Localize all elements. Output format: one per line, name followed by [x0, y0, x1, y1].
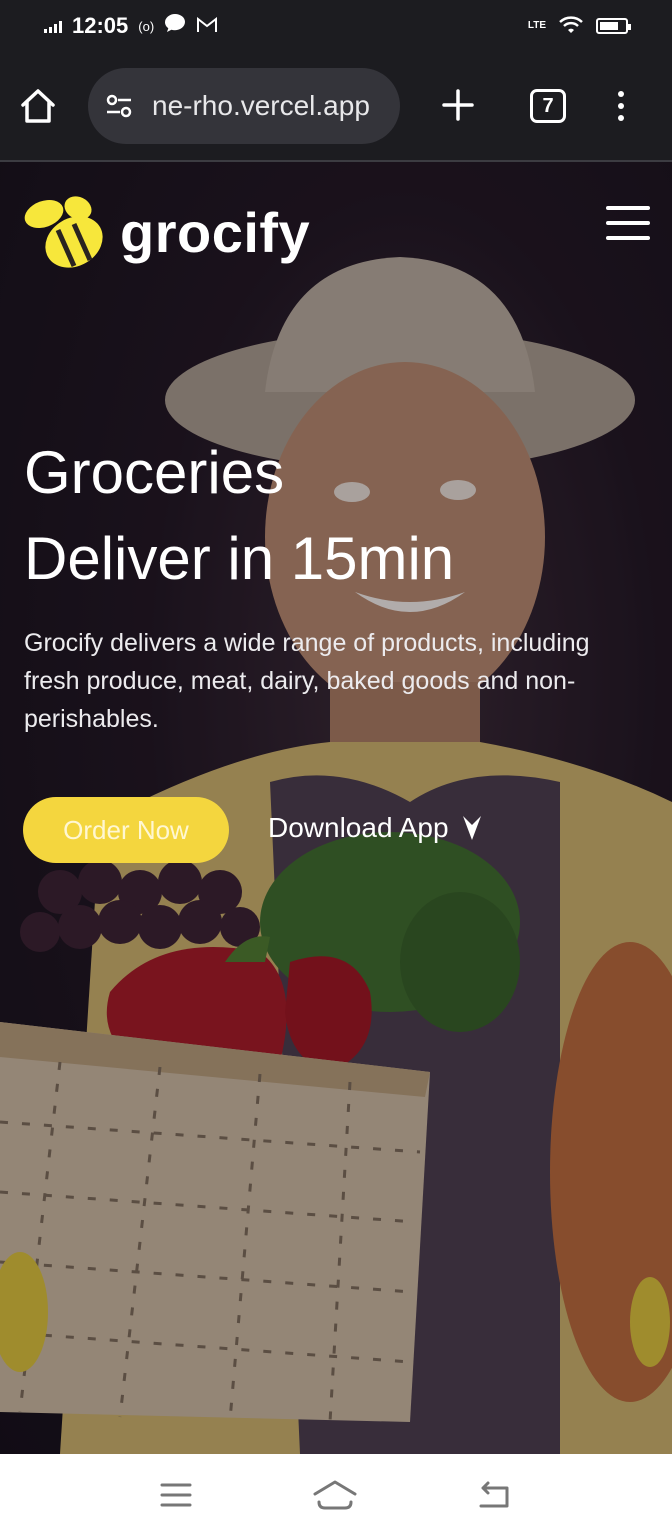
- brand-logo[interactable]: grocify: [22, 192, 310, 272]
- browser-toolbar: ne-rho.vercel.app 7: [0, 52, 672, 162]
- download-arrow-icon: [462, 816, 481, 840]
- headline-line-1: Groceries: [24, 439, 285, 506]
- radio-icon: (o): [138, 18, 155, 34]
- battery-icon: [596, 18, 631, 34]
- new-tab-button[interactable]: [438, 83, 478, 129]
- bee-logo-icon: [24, 196, 103, 268]
- system-nav-bar: [0, 1454, 672, 1536]
- hero-section: grocify Groceries Deliver in 15min Groci…: [0, 162, 672, 1454]
- more-vert-icon[interactable]: [618, 91, 624, 121]
- hero-description: Grocify delivers a wide range of product…: [24, 629, 590, 733]
- home-icon[interactable]: [311, 1478, 359, 1512]
- order-now-button[interactable]: Order Now: [23, 797, 229, 863]
- chat-bubble-icon: [164, 13, 186, 39]
- wifi-icon: [558, 15, 584, 38]
- home-icon: [21, 89, 55, 123]
- tab-switcher-button[interactable]: 7: [530, 89, 566, 123]
- network-label: LTE: [527, 20, 546, 31]
- tab-count: 7: [542, 94, 554, 117]
- status-bar: 12:05 (o) LTE: [0, 0, 672, 52]
- download-app-link[interactable]: Download App: [268, 812, 483, 844]
- back-icon[interactable]: [477, 1480, 513, 1510]
- home-button[interactable]: [18, 86, 58, 126]
- download-app-label: Download App: [268, 812, 449, 843]
- tune-icon[interactable]: [104, 91, 134, 121]
- gmail-icon: [196, 13, 218, 39]
- url-text[interactable]: ne-rho.vercel.app: [152, 90, 370, 122]
- status-time: 12:05: [72, 13, 129, 38]
- hero-headline: Groceries Deliver in 15min: [24, 430, 454, 602]
- hamburger-menu-button[interactable]: [606, 206, 650, 240]
- address-bar[interactable]: ne-rho.vercel.app: [88, 68, 400, 144]
- recents-icon[interactable]: [159, 1481, 193, 1509]
- brand-name: grocify: [120, 200, 311, 264]
- headline-line-2: Deliver in 15min: [24, 525, 455, 592]
- plus-icon: [442, 89, 474, 121]
- signal-icon: [44, 19, 62, 33]
